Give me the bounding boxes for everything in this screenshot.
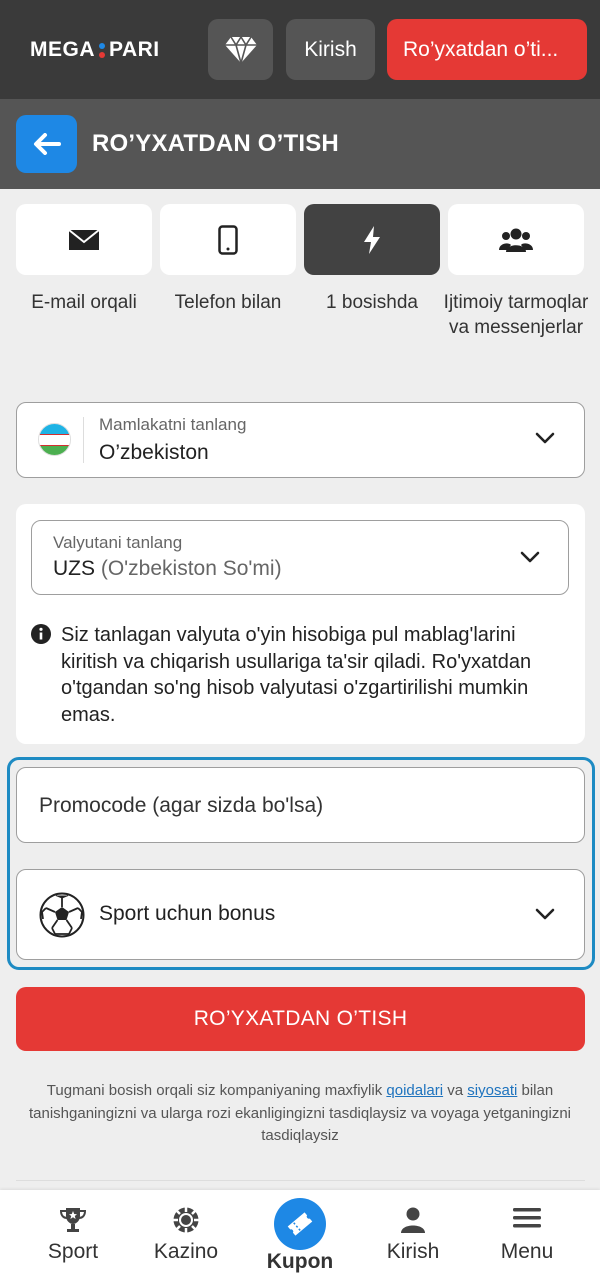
- promocode-input[interactable]: Promocode (agar sizda bo'lsa): [16, 767, 585, 843]
- chevron-down-icon: [535, 908, 555, 920]
- lightning-icon: [364, 225, 380, 254]
- register-button[interactable]: Ro’yxatdan o’ti...: [387, 19, 587, 80]
- nav-kirish-label: Kirish: [386, 1240, 440, 1263]
- title-bar: RO’YXATDAN O’TISH: [0, 99, 600, 189]
- page-title: RO’YXATDAN O’TISH: [92, 130, 339, 157]
- tab-phone[interactable]: [160, 204, 296, 275]
- register-submit-button[interactable]: RO’YXATDAN O’TISH: [16, 987, 585, 1051]
- nav-kazino[interactable]: Kazino: [131, 1190, 241, 1280]
- bonus-select[interactable]: Sport uchun bonus: [16, 869, 585, 960]
- currency-label: Valyutani tanlang: [53, 533, 183, 552]
- trophy-icon: [59, 1208, 87, 1232]
- nav-kupon[interactable]: Kupon: [245, 1190, 355, 1280]
- logo-dots: [99, 42, 105, 58]
- uzbekistan-flag-icon: [38, 423, 71, 456]
- terms-part-2: va: [443, 1082, 468, 1099]
- nav-menu[interactable]: Menu: [472, 1190, 582, 1280]
- envelope-icon: [68, 228, 100, 250]
- promocode-placeholder: Promocode (agar sizda bo'lsa): [39, 794, 324, 817]
- divider: [16, 1180, 585, 1181]
- tab-social[interactable]: [448, 204, 584, 275]
- back-button[interactable]: [16, 115, 77, 173]
- arrow-left-icon: [33, 133, 61, 155]
- nav-sport[interactable]: Sport: [18, 1190, 128, 1280]
- currency-info-text: Siz tanlagan valyuta o'yin hisobiga pul …: [61, 624, 532, 726]
- nav-sport-label: Sport: [47, 1240, 99, 1263]
- rules-link[interactable]: qoidalari: [386, 1082, 443, 1099]
- currency-select[interactable]: Valyutani tanlang UZS (O'zbekiston So'mi…: [31, 520, 569, 595]
- login-button[interactable]: Kirish: [286, 19, 375, 80]
- policy-link[interactable]: siyosati: [467, 1082, 517, 1099]
- users-icon: [499, 228, 533, 252]
- currency-name: (O'zbekiston So'mi): [100, 557, 282, 580]
- bottom-nav: Sport Kazino Kupon Kirish Menu: [0, 1190, 600, 1280]
- ticket-icon: [287, 1212, 313, 1236]
- kupon-badge: [274, 1198, 326, 1250]
- soccer-ball-icon: [39, 892, 85, 938]
- chevron-down-icon: [520, 551, 540, 563]
- tab-one-click-label: 1 bosishda: [326, 292, 418, 313]
- tab-social-label: Ijtimoiy tarmoqlar va messenjerlar: [443, 292, 589, 338]
- chevron-down-icon: [535, 432, 555, 444]
- currency-value: UZS (O'zbekiston So'mi): [53, 557, 282, 581]
- nav-menu-label: Menu: [500, 1240, 554, 1263]
- country-select[interactable]: Mamlakatni tanlang O’zbekiston: [16, 402, 585, 478]
- logo-text-left: MEGA: [30, 38, 95, 61]
- top-bar: MEGA PARI Kirish Ro’yxatdan o’ti...: [0, 0, 600, 99]
- bonus-value: Sport uchun bonus: [99, 902, 276, 925]
- diamond-icon: [224, 35, 257, 64]
- terms-part-1: Tugmani bosish orqali siz kompaniyaning …: [46, 1082, 387, 1099]
- divider: [83, 417, 84, 463]
- hamburger-menu-icon: [513, 1208, 541, 1228]
- tab-one-click[interactable]: [304, 204, 440, 275]
- user-icon: [401, 1207, 425, 1233]
- vip-diamond-button[interactable]: [208, 19, 273, 80]
- tab-email[interactable]: [16, 204, 152, 275]
- terms-text: Tugmani bosish orqali siz kompaniyaning …: [20, 1080, 580, 1148]
- currency-code: UZS: [53, 557, 95, 580]
- phone-icon: [218, 224, 238, 255]
- nav-kirish[interactable]: Kirish: [358, 1190, 468, 1280]
- logo-text-right: PARI: [109, 38, 160, 61]
- info-icon: [31, 624, 51, 644]
- casino-chip-icon: [173, 1207, 199, 1233]
- tab-phone-label: Telefon bilan: [174, 292, 282, 313]
- country-label: Mamlakatni tanlang: [99, 415, 247, 434]
- currency-card: Valyutani tanlang UZS (O'zbekiston So'mi…: [16, 504, 585, 744]
- megapari-logo[interactable]: MEGA PARI: [30, 38, 160, 62]
- country-value: O’zbekiston: [99, 441, 209, 464]
- nav-kazino-label: Kazino: [153, 1240, 219, 1263]
- tab-email-label: E-mail orqali: [31, 292, 137, 313]
- nav-kupon-label: Kupon: [266, 1250, 334, 1273]
